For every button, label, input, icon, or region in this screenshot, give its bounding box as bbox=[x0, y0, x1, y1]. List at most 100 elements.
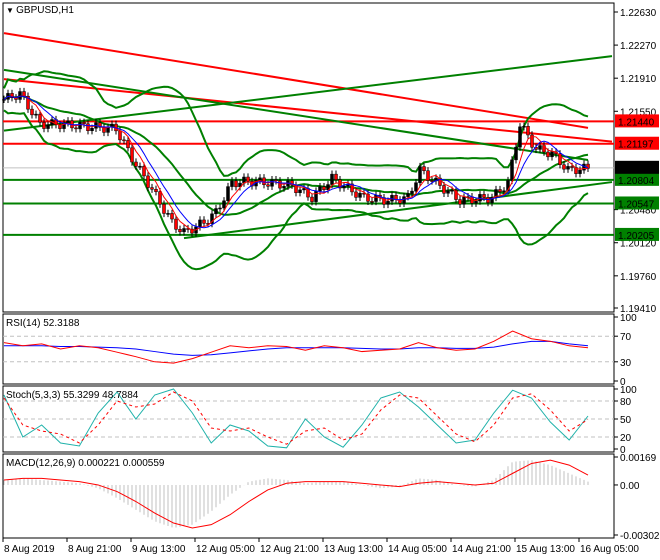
trendline bbox=[3, 32, 589, 129]
current-price-tag: 1.20935 bbox=[618, 164, 655, 175]
candle-body bbox=[566, 166, 570, 170]
ma-slow bbox=[3, 95, 589, 229]
candle-body bbox=[370, 201, 374, 203]
time-tick-label: 8 Aug 21:00 bbox=[68, 544, 122, 555]
candle-body bbox=[182, 228, 186, 233]
candle-body bbox=[154, 189, 158, 192]
stoch-tick-label: 20 bbox=[620, 433, 632, 444]
time-tick-label: 13 Aug 13:00 bbox=[324, 544, 383, 555]
candle-body bbox=[570, 166, 574, 168]
candle-body bbox=[162, 203, 166, 214]
macd-tick-label: 0.00169 bbox=[620, 453, 657, 464]
candle-body bbox=[522, 126, 526, 128]
stoch-tick-label: 100 bbox=[620, 385, 637, 396]
stoch-tick-label: 80 bbox=[620, 397, 632, 408]
candle-body bbox=[354, 191, 358, 198]
candle-body bbox=[282, 186, 286, 189]
trading-chart[interactable]: 1.22630 1.22270 1.21910 1.21550 1.20480 1.201… bbox=[0, 0, 660, 560]
candle-body bbox=[198, 219, 202, 228]
candle-body bbox=[42, 122, 46, 129]
candle-body bbox=[342, 185, 346, 189]
time-tick-label: 12 Aug 21:00 bbox=[260, 544, 319, 555]
candle-body bbox=[270, 179, 274, 187]
time-tick-label: 8 Aug 2019 bbox=[4, 544, 55, 555]
candle-body bbox=[310, 196, 314, 202]
candle-body bbox=[358, 192, 362, 198]
candle-body bbox=[334, 173, 338, 180]
candle-body bbox=[2, 99, 6, 101]
candle-body bbox=[502, 190, 506, 193]
candle-body bbox=[218, 207, 222, 210]
candle-body bbox=[122, 139, 126, 142]
candle-body bbox=[526, 126, 530, 136]
candle-body bbox=[578, 169, 582, 174]
panel-frame-0 bbox=[2, 2, 615, 313]
rsi-label: RSI(14) 52.3188 bbox=[6, 318, 80, 329]
rsi-tick-label: 70 bbox=[620, 332, 632, 343]
macd-tick-label: 0.00 bbox=[620, 481, 640, 492]
candle-body bbox=[78, 122, 82, 130]
candle-body bbox=[546, 151, 550, 158]
rsi-tick-label: 30 bbox=[620, 358, 632, 369]
candle-body bbox=[74, 127, 78, 130]
stoch-label: Stoch(5,3,3) 55.3299 48.7884 bbox=[6, 390, 139, 401]
time-tick-label: 9 Aug 13:00 bbox=[132, 544, 186, 555]
candle-body bbox=[226, 186, 230, 202]
level-price-tag: 1.20205 bbox=[618, 231, 655, 242]
price-tick-label: 1.19760 bbox=[620, 272, 657, 283]
candle-body bbox=[314, 190, 318, 202]
dropdown-triangle-icon[interactable]: ▼ bbox=[6, 6, 16, 15]
candle-body bbox=[414, 182, 418, 192]
time-tick-label: 16 Aug 05:00 bbox=[580, 544, 639, 555]
candle-body bbox=[142, 165, 146, 177]
price-tick-label: 1.21910 bbox=[620, 74, 657, 85]
candle-body bbox=[550, 151, 554, 158]
time-tick-label: 14 Aug 05:00 bbox=[388, 544, 447, 555]
candle-body bbox=[562, 164, 566, 170]
candle-body bbox=[446, 190, 450, 194]
candle-body bbox=[118, 130, 122, 141]
candle-body bbox=[498, 189, 502, 193]
time-tick-label: 14 Aug 21:00 bbox=[452, 544, 511, 555]
candle-body bbox=[246, 176, 250, 182]
candle-body bbox=[170, 213, 174, 220]
candle-body bbox=[538, 145, 542, 150]
candle-body bbox=[266, 184, 270, 187]
candle-body bbox=[274, 179, 278, 182]
candle-body bbox=[510, 159, 514, 181]
candle-body bbox=[482, 194, 486, 198]
candle-body bbox=[138, 165, 142, 168]
candle-body bbox=[66, 120, 70, 124]
chart-canvas[interactable]: 1.226301.222701.219101.215501.204801.201… bbox=[0, 0, 660, 560]
macd-label: MACD(12,26,9) 0.000221 0.000559 bbox=[6, 458, 165, 469]
candle-body bbox=[518, 126, 522, 148]
candle-body bbox=[18, 91, 22, 100]
candle-body bbox=[34, 113, 38, 116]
candle-body bbox=[318, 186, 322, 192]
candle-body bbox=[514, 146, 518, 161]
panel-frame-1 bbox=[2, 313, 615, 385]
candle-body bbox=[46, 124, 50, 129]
candle-body bbox=[86, 123, 90, 131]
candle-body bbox=[230, 180, 234, 187]
candle-body bbox=[298, 189, 302, 193]
candle-body bbox=[174, 218, 178, 230]
level-price-tag: 1.21440 bbox=[618, 117, 655, 128]
candle-body bbox=[202, 219, 206, 224]
bollinger-upper bbox=[3, 70, 589, 177]
candle-body bbox=[150, 187, 154, 190]
price-tick-label: 1.22270 bbox=[620, 41, 657, 52]
level-price-tag: 1.21197 bbox=[618, 140, 654, 151]
candle-body bbox=[234, 180, 238, 188]
candle-body bbox=[430, 180, 434, 182]
candle-body bbox=[386, 200, 390, 205]
time-tick-label: 12 Aug 05:00 bbox=[196, 544, 255, 555]
candle-body bbox=[442, 185, 446, 194]
candle-body bbox=[38, 113, 42, 123]
candle-body bbox=[410, 190, 414, 194]
candle-body bbox=[130, 147, 134, 163]
candle-body bbox=[178, 229, 182, 233]
candle-body bbox=[30, 108, 34, 116]
macd-tick-label: -0.003025 bbox=[620, 531, 660, 542]
macd-signal-line bbox=[3, 459, 589, 529]
